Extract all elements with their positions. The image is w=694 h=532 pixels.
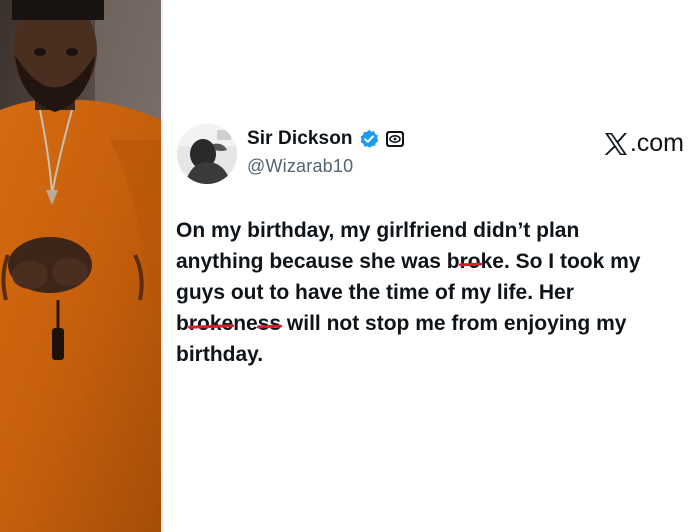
tweet-line-4-pre: b <box>176 312 189 335</box>
avatar-image <box>177 124 237 184</box>
tweet-line-5: birthday. <box>176 343 264 366</box>
tweet-line-2: anything because she was broke. So I too… <box>176 246 686 277</box>
brand-mark: .com <box>603 129 684 158</box>
tweet-card: Sir Dickson @Wizarab10 .com On my birthd… <box>163 0 694 532</box>
tweet-line-4-post: will not stop me from enjoying my <box>281 312 627 335</box>
tweet-line-1: On my birthday, my girlfriend didn’t pla… <box>176 219 580 242</box>
tweet-line-3: guys out to have the time of my life. He… <box>176 281 574 304</box>
tweet-line-4-mid: ne <box>233 312 258 335</box>
person-photo <box>0 0 161 532</box>
display-name[interactable]: Sir Dickson <box>247 128 353 150</box>
name-row: Sir Dickson <box>247 128 405 150</box>
x-logo-icon <box>603 132 629 156</box>
struck-text: ss <box>257 312 282 335</box>
tweet-line-2-pre: anything because she was b <box>176 250 460 273</box>
tweet-line-4: brokeness will not stop me from enjoying… <box>176 308 686 339</box>
photo-illustration <box>0 0 161 532</box>
tweet-line-2-post: ke. So I took my <box>480 250 641 273</box>
struck-text: ro <box>459 250 481 273</box>
affiliate-badge-icon <box>385 129 405 149</box>
brand-domain: .com <box>629 129 684 157</box>
user-handle[interactable]: @Wizarab10 <box>247 156 353 177</box>
tweet-text: On my birthday, my girlfriend didn’t pla… <box>176 215 686 370</box>
verified-badge-icon <box>359 129 379 149</box>
struck-text: roke <box>188 312 234 335</box>
avatar[interactable] <box>177 124 237 184</box>
